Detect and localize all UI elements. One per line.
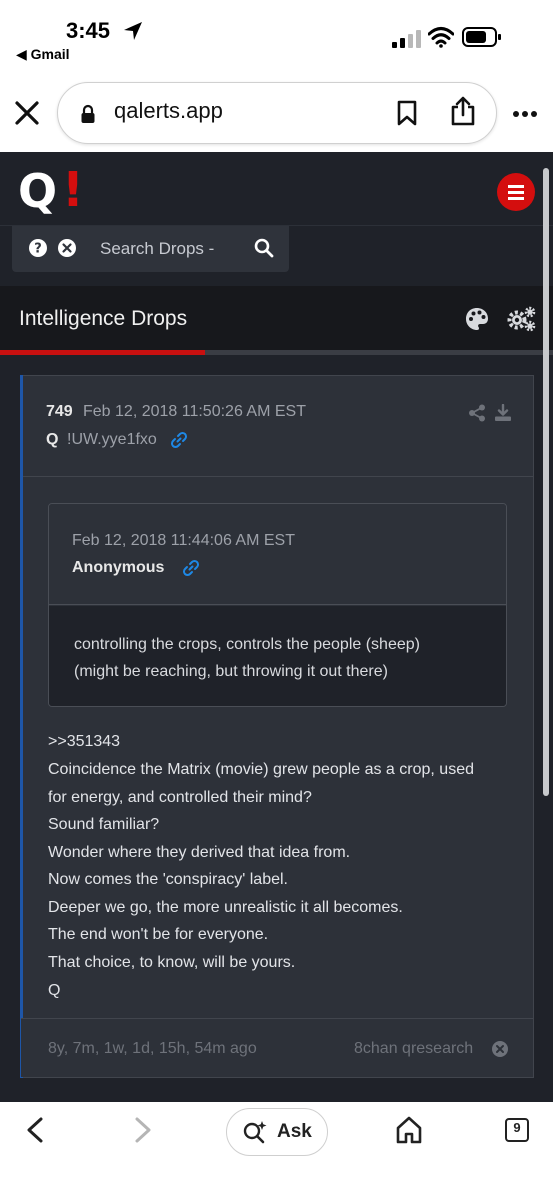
url-text: qalerts.app [114, 98, 223, 123]
drop-text-line: Deeper we go, the more unrealistic it al… [48, 899, 403, 916]
clear-icon[interactable] [58, 239, 76, 257]
drop-text-line: That choice, to know, will be yours. [48, 954, 296, 971]
more-icon[interactable] [512, 110, 538, 118]
menu-icon-line [508, 191, 524, 194]
drop-text-line: Coincidence the Matrix (movie) grew peop… [48, 761, 474, 778]
progress-fill [0, 350, 205, 355]
link-icon[interactable] [170, 431, 188, 449]
drop-signature: Q [48, 982, 61, 999]
ask-icon [243, 1121, 267, 1144]
palette-icon[interactable] [465, 307, 489, 331]
drop-number: 749 [46, 403, 73, 420]
page-scrollbar[interactable] [543, 168, 549, 796]
quoted-date: Feb 12, 2018 11:44:06 AM EST [72, 532, 295, 549]
link-icon[interactable] [182, 559, 200, 577]
menu-button[interactable] [497, 173, 535, 211]
drop-text-line: Now comes the 'conspiracy' label. [48, 871, 288, 888]
drop-text-line: Sound familiar? [48, 816, 160, 833]
drop-source[interactable]: 8chan qresearch [354, 1040, 473, 1058]
drop-card [20, 375, 534, 1078]
drop-tripcode: !UW.yye1fxo [67, 431, 157, 448]
help-icon[interactable]: ? [29, 239, 47, 257]
drop-header [21, 376, 533, 477]
logo-exclamation: ! [62, 162, 84, 218]
quoted-text-line: (might be reaching, but throwing it out … [74, 663, 388, 680]
back-icon[interactable] [24, 1116, 46, 1144]
gears-icon[interactable] [506, 306, 536, 332]
source-close-icon[interactable] [491, 1040, 509, 1058]
drop-accent-bar [20, 375, 23, 1078]
logo-q[interactable]: Q [18, 168, 57, 214]
menu-icon-line [508, 197, 524, 200]
drop-text-line: The end won't be for everyone. [48, 926, 269, 943]
tabs-count: 9 [513, 1120, 521, 1135]
menu-icon [508, 185, 524, 188]
download-icon[interactable] [494, 404, 512, 422]
search-input[interactable] [100, 234, 240, 264]
section-title: Intelligence Drops [19, 307, 188, 330]
drop-age: 8y, 7m, 1w, 1d, 15h, 54m ago [48, 1040, 257, 1057]
quoted-post-header [49, 504, 506, 605]
share-icon[interactable] [450, 96, 476, 126]
quoted-text-line: controlling the crops, controls the peop… [74, 636, 420, 653]
lock-icon [81, 104, 95, 123]
forward-icon[interactable] [132, 1116, 154, 1144]
quoted-post-body [49, 606, 506, 706]
home-icon[interactable] [396, 1116, 422, 1144]
drop-text-line: for energy, and controlled their mind? [48, 789, 312, 806]
drop-date: Feb 12, 2018 11:50:26 AM EST [83, 403, 306, 420]
status-time: 3:45 [66, 18, 111, 43]
close-icon[interactable] [14, 100, 40, 126]
bookmark-icon[interactable] [396, 100, 418, 126]
battery-icon [462, 27, 501, 47]
signal-icon [392, 30, 421, 48]
drop-reply-link[interactable]: >>351343 [48, 733, 120, 751]
wifi-icon [428, 27, 454, 48]
share-post-icon[interactable] [468, 404, 486, 422]
drop-text-line: Wonder where they derived that idea from… [48, 844, 351, 861]
location-arrow-icon [124, 22, 142, 40]
drop-author: Q [46, 431, 59, 448]
quoted-author: Anonymous [72, 559, 165, 576]
search-icon[interactable] [254, 238, 274, 258]
back-to-app-link[interactable]: ◀ Gmail [16, 46, 70, 63]
svg-text:?: ? [34, 242, 42, 257]
ask-label: Ask [277, 1121, 312, 1142]
